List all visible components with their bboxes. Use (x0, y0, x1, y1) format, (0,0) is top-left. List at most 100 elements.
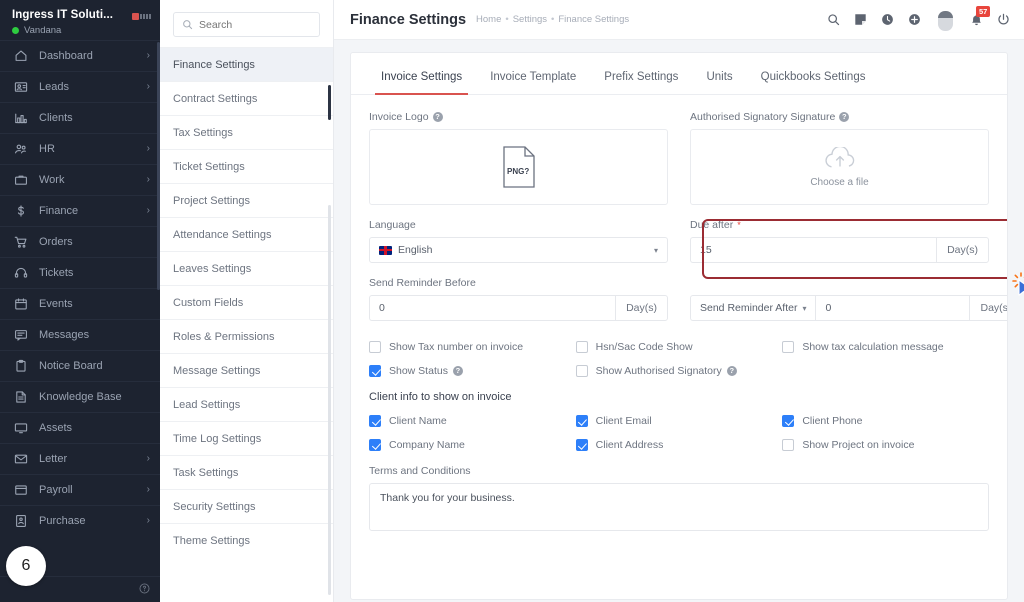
reminder-after-dropdown[interactable]: Send Reminder After ▾ (690, 295, 816, 321)
sidebar-item-leads[interactable]: Leads › (0, 71, 160, 102)
help-icon[interactable]: ? (432, 112, 443, 122)
sidebar-item-notice-board[interactable]: Notice Board (0, 350, 160, 381)
sidebar-item-messages[interactable]: Messages (0, 319, 160, 350)
settings-item-contract-settings[interactable]: Contract Settings (160, 81, 333, 115)
purchase-icon (13, 513, 29, 529)
bell-icon[interactable]: 57 (970, 5, 991, 27)
settings-item-label: Finance Settings (173, 58, 255, 71)
search-icon[interactable] (827, 13, 840, 26)
checkbox-cell: Company Name (369, 439, 576, 451)
invoice-logo-dropzone[interactable]: PNG? (369, 129, 668, 205)
checkbox-cell: Client Address (575, 439, 783, 451)
settings-item-label: Contract Settings (173, 92, 258, 105)
reminder-after-group: Send Reminder After ▾ Day(s) (690, 277, 1007, 321)
reminder-before-group: Send Reminder Before Day(s) (369, 277, 668, 321)
settings-item-roles-permissions[interactable]: Roles & Permissions (160, 319, 333, 353)
checkbox-client-email[interactable] (575, 415, 588, 427)
breadcrumb-item[interactable]: Finance Settings (558, 14, 629, 25)
checkbox-label: Client Email (595, 415, 652, 427)
breadcrumb-item[interactable]: Settings (513, 14, 547, 25)
sidebar-item-work[interactable]: Work › (0, 164, 160, 195)
avatar[interactable] (937, 9, 954, 31)
dollar-icon (13, 203, 29, 219)
settings-item-ticket-settings[interactable]: Ticket Settings (160, 149, 333, 183)
help-icon[interactable] (139, 583, 150, 597)
sidebar-item-letter[interactable]: Letter › (0, 443, 160, 474)
settings-item-custom-fields[interactable]: Custom Fields (160, 285, 333, 319)
checkbox-company-name[interactable] (369, 439, 381, 451)
chevron-right-icon: › (146, 205, 150, 216)
help-icon[interactable]: ? (726, 366, 737, 376)
settings-item-leaves-settings[interactable]: Leaves Settings (160, 251, 333, 285)
settings-scrollbar-thumb-light[interactable] (328, 205, 331, 595)
note-icon[interactable] (854, 13, 867, 26)
sidebar-item-clients[interactable]: Clients (0, 102, 160, 133)
client-info-title: Client info to show on invoice (369, 391, 512, 403)
checkbox-label-wrap: Client Name (389, 415, 447, 427)
settings-item-tax-settings[interactable]: Tax Settings (160, 115, 333, 149)
settings-item-label: Security Settings (173, 500, 256, 513)
settings-item-label: Message Settings (173, 364, 261, 377)
sidebar-item-payroll[interactable]: Payroll › (0, 474, 160, 505)
sidebar-item-hr[interactable]: HR › (0, 133, 160, 164)
settings-scrollbar-thumb-dark[interactable] (328, 85, 331, 120)
brand-block[interactable]: Ingress IT Soluti... Vandana (0, 0, 160, 40)
help-icon[interactable]: ? (839, 112, 850, 122)
checkbox-show-status[interactable] (369, 365, 381, 377)
checkbox-show-tax-calculation-message[interactable] (782, 341, 795, 353)
checkbox-client-address[interactable] (575, 439, 588, 451)
sidebar-item-orders[interactable]: Orders (0, 226, 160, 257)
settings-item-finance-settings[interactable]: Finance Settings (160, 47, 333, 81)
terms-textarea[interactable]: Thank you for your business. (369, 483, 989, 531)
settings-item-attendance-settings[interactable]: Attendance Settings (160, 217, 333, 251)
language-group: Language English ▾ (369, 219, 668, 263)
settings-item-project-settings[interactable]: Project Settings (160, 183, 333, 217)
settings-item-message-settings[interactable]: Message Settings (160, 353, 333, 387)
leads-icon (13, 79, 29, 95)
checkbox-show-authorised-signatory[interactable] (575, 365, 588, 377)
reminder-before-input[interactable] (369, 295, 616, 321)
help-icon[interactable]: ? (452, 366, 463, 376)
language-select[interactable]: English ▾ (369, 237, 668, 263)
sidebar-item-knowledge-base[interactable]: Knowledge Base (0, 381, 160, 412)
tab-invoice-settings[interactable]: Invoice Settings (367, 71, 476, 95)
checkbox-label: Show Status (389, 365, 448, 377)
sidebar-item-finance[interactable]: Finance › (0, 195, 160, 226)
power-icon[interactable] (997, 13, 1010, 26)
settings-item-theme-settings[interactable]: Theme Settings (160, 523, 333, 557)
breadcrumb-item[interactable]: Home (476, 14, 501, 25)
checkbox-hsn-sac-code-show[interactable] (575, 341, 588, 353)
checkbox-client-name[interactable] (369, 415, 381, 427)
sidebar-item-events[interactable]: Events (0, 288, 160, 319)
checkbox-client-phone[interactable] (782, 415, 795, 427)
sidebar-item-label: HR (39, 143, 55, 155)
tab-quickbooks-settings[interactable]: Quickbooks Settings (747, 71, 880, 94)
file-png-icon: PNG? (502, 146, 536, 188)
sidebar-item-assets[interactable]: Assets (0, 412, 160, 443)
sidebar-item-tickets[interactable]: Tickets (0, 257, 160, 288)
checkbox-show-tax-number-on-invoice[interactable] (369, 341, 381, 353)
settings-search-input[interactable] (199, 18, 311, 31)
settings-item-time-log-settings[interactable]: Time Log Settings (160, 421, 333, 455)
settings-search-box[interactable] (173, 12, 320, 37)
calendar-icon (13, 296, 29, 312)
settings-item-task-settings[interactable]: Task Settings (160, 455, 333, 489)
clock-icon[interactable] (881, 13, 894, 26)
chevron-right-icon: › (146, 50, 150, 61)
sidebar-item-dashboard[interactable]: Dashboard › (0, 40, 160, 71)
tab-prefix-settings[interactable]: Prefix Settings (590, 71, 692, 94)
plus-circle-icon[interactable] (908, 13, 921, 26)
checkbox-label-wrap: Client Email (596, 415, 652, 427)
settings-item-security-settings[interactable]: Security Settings (160, 489, 333, 523)
settings-item-lead-settings[interactable]: Lead Settings (160, 387, 333, 421)
sidebar-item-label: Messages (39, 329, 90, 341)
checkbox-row: Show Tax number on invoice Hsn/Sac Code S… (369, 341, 989, 353)
due-after-input[interactable] (690, 237, 937, 263)
message-icon (13, 327, 29, 343)
reminder-after-input[interactable] (815, 295, 970, 321)
tab-invoice-template[interactable]: Invoice Template (476, 71, 590, 94)
tab-units[interactable]: Units (692, 71, 746, 94)
sidebar-item-purchase[interactable]: Purchase › (0, 505, 160, 536)
signature-dropzone[interactable]: Choose a file (690, 129, 989, 205)
checkbox-show-project-on-invoice[interactable] (782, 439, 795, 451)
